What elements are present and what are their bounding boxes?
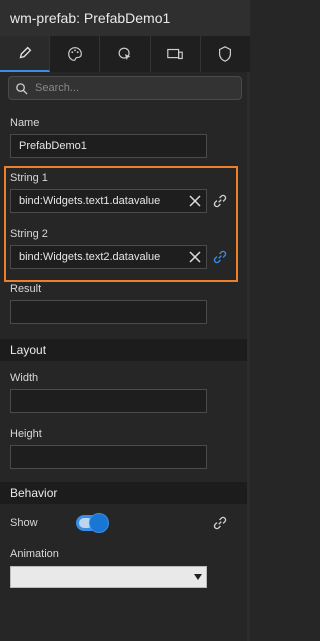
string2-value: bind:Widgets.text2.datavalue <box>19 251 161 263</box>
width-field[interactable] <box>10 389 207 413</box>
string2-clear-button[interactable] <box>184 246 206 268</box>
string1-field[interactable]: bind:Widgets.text1.datavalue <box>10 189 207 213</box>
string1-label: String 1 <box>10 172 48 184</box>
animation-label: Animation <box>10 548 59 560</box>
search-icon <box>16 82 28 95</box>
show-toggle[interactable] <box>76 513 109 533</box>
close-icon <box>189 251 201 263</box>
name-value: PrefabDemo1 <box>19 140 87 152</box>
cursor-gear-icon <box>118 47 131 61</box>
layout-section-header[interactable]: Layout <box>0 339 250 361</box>
string1-clear-button[interactable] <box>184 190 206 212</box>
pencil-icon <box>19 46 31 59</box>
shield-icon <box>219 46 232 62</box>
height-label: Height <box>10 428 42 440</box>
link-icon[interactable] <box>213 516 227 530</box>
panel-title-text: wm-prefab: PrefabDemo1 <box>10 10 171 26</box>
tab-devices[interactable] <box>151 36 201 72</box>
result-field[interactable] <box>10 300 207 324</box>
name-label: Name <box>10 117 40 129</box>
string2-label: String 2 <box>10 228 48 240</box>
animation-select[interactable] <box>10 566 207 588</box>
string2-field[interactable]: bind:Widgets.text2.datavalue <box>10 245 207 269</box>
layout-section-title: Layout <box>10 343 47 357</box>
close-icon <box>189 195 201 207</box>
behavior-section-header[interactable]: Behavior <box>0 482 250 504</box>
search-input[interactable] <box>33 81 237 95</box>
scrollbar[interactable] <box>247 72 250 641</box>
caret-down-icon <box>194 574 202 580</box>
property-tabs <box>0 36 250 72</box>
tab-security[interactable] <box>201 36 250 72</box>
property-search[interactable] <box>8 76 242 100</box>
tab-properties[interactable] <box>0 36 51 72</box>
tab-events[interactable] <box>100 36 151 72</box>
bound-link-icon[interactable] <box>213 250 227 264</box>
toggle-knob <box>89 513 109 533</box>
tab-styles[interactable] <box>50 36 101 72</box>
panel-title: wm-prefab: PrefabDemo1 <box>0 0 250 36</box>
string1-value: bind:Widgets.text1.datavalue <box>19 195 161 207</box>
width-label: Width <box>10 372 39 384</box>
link-icon[interactable] <box>213 194 227 208</box>
devices-icon <box>167 48 183 60</box>
show-label: Show <box>10 517 38 529</box>
result-label: Result <box>10 283 42 295</box>
palette-icon <box>67 47 82 61</box>
behavior-section-title: Behavior <box>10 486 58 500</box>
name-field[interactable]: PrefabDemo1 <box>10 134 207 158</box>
height-field[interactable] <box>10 445 207 469</box>
